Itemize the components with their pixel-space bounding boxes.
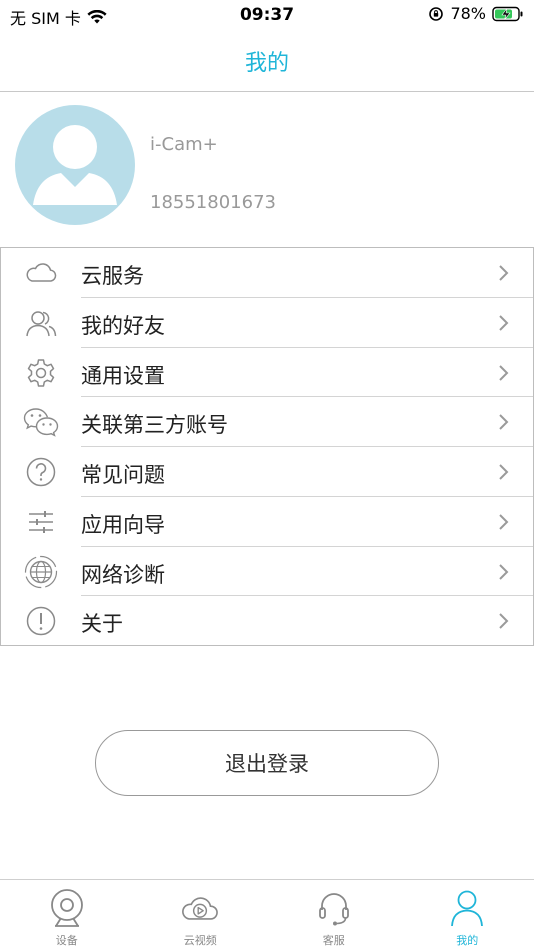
cloud-icon: [23, 258, 59, 288]
globe-icon: [23, 555, 59, 588]
sliders-icon: [23, 507, 59, 537]
chevron-right-icon: [499, 464, 509, 480]
menu-item-label: 关于: [81, 612, 123, 637]
wechat-icon: [23, 407, 59, 438]
headset-icon: [314, 888, 354, 928]
menu-item-app-guide[interactable]: 应用向导: [1, 497, 533, 547]
battery-percent: 78%: [450, 4, 486, 23]
orientation-lock-icon: [429, 6, 444, 21]
battery-charging-icon: [492, 6, 523, 21]
chevron-right-icon: [499, 514, 509, 530]
chevron-right-icon: [499, 364, 509, 381]
tab-label: 设备: [55, 934, 78, 947]
menu-item-network-diagnosis[interactable]: 网络诊断: [1, 547, 533, 597]
menu-item-label: 网络诊断: [81, 562, 165, 587]
tab-label: 客服: [322, 934, 345, 947]
tab-bar: 设备 云视频 客服 我的: [0, 879, 534, 950]
menu-item-general-settings[interactable]: 通用设置: [1, 348, 533, 398]
menu-item-my-friends[interactable]: 我的好友: [1, 298, 533, 348]
menu-item-label: 关联第三方账号: [81, 413, 228, 438]
chevron-right-icon: [499, 315, 509, 331]
nav-bar: 我的: [0, 30, 534, 92]
status-bar: 无 SIM 卡 09:37 78%: [0, 0, 534, 30]
username: i-Cam+: [150, 134, 218, 155]
chevron-right-icon: [499, 563, 509, 580]
chevron-right-icon: [499, 414, 509, 430]
tab-devices[interactable]: 设备: [0, 880, 134, 950]
menu-item-about[interactable]: 关于: [1, 596, 533, 646]
tab-cloud-video[interactable]: 云视频: [134, 880, 268, 950]
friends-icon: [23, 308, 59, 338]
person-icon: [447, 888, 487, 928]
chevron-right-icon: [499, 265, 509, 281]
menu-item-label: 通用设置: [81, 363, 165, 388]
tab-label: 我的: [456, 934, 479, 947]
logout-button[interactable]: 退出登录: [95, 730, 439, 796]
question-icon: [23, 457, 59, 487]
menu-item-third-party-accounts[interactable]: 关联第三方账号: [1, 397, 533, 447]
menu-item-label: 应用向导: [81, 512, 165, 537]
menu-item-label: 我的好友: [81, 313, 165, 338]
avatar[interactable]: [15, 105, 135, 225]
tab-mine[interactable]: 我的: [401, 880, 534, 950]
camera-icon: [47, 888, 87, 928]
menu-item-label: 云服务: [81, 264, 144, 288]
chevron-right-icon: [499, 613, 509, 629]
menu-item-cloud-service[interactable]: 云服务: [1, 248, 533, 298]
tab-label: 云视频: [183, 934, 217, 947]
profile-section[interactable]: i-Cam+ 18551801673: [0, 92, 534, 247]
cloud-play-icon: [180, 888, 220, 928]
phone-number: 18551801673: [150, 192, 276, 213]
gear-icon: [23, 358, 59, 388]
menu-item-faq[interactable]: 常见问题: [1, 447, 533, 497]
info-icon: [23, 606, 59, 636]
status-right: 78%: [428, 4, 524, 23]
page-title: 我的: [244, 50, 289, 76]
menu-item-label: 常见问题: [81, 463, 165, 487]
default-avatar-icon: [33, 125, 117, 205]
settings-menu: 云服务 我的好友 通用设置 关联第三方账号 常见问题 应用向导 网络诊断 关于: [0, 247, 534, 646]
tab-customer-service[interactable]: 客服: [267, 880, 401, 950]
